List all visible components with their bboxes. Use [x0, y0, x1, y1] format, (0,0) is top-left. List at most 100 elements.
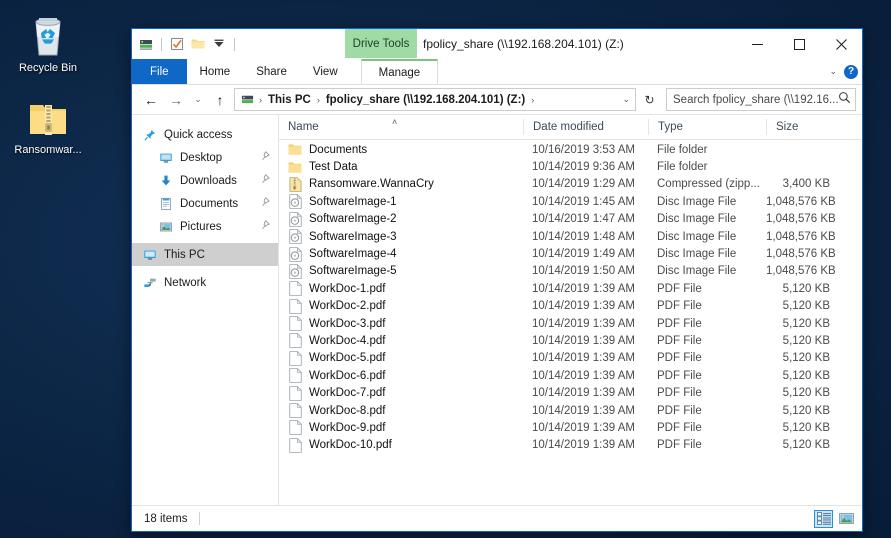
details-view-button[interactable]	[814, 510, 833, 528]
address-bar[interactable]: › This PC › fpolicy_share (\\192.168.204…	[234, 88, 636, 111]
table-row[interactable]: SoftwareImage-510/14/2019 1:50 AMDisc Im…	[279, 263, 862, 280]
table-row[interactable]: WorkDoc-1.pdf10/14/2019 1:39 AMPDF File5…	[279, 280, 862, 297]
sidebar-item-network[interactable]: Network	[132, 271, 278, 294]
explorer-body: Quick access Desktop	[132, 114, 862, 505]
file-type-cell: Disc Image File	[648, 265, 766, 277]
file-name-cell[interactable]: SoftwareImage-1	[279, 194, 523, 209]
table-row[interactable]: SoftwareImage-310/14/2019 1:48 AMDisc Im…	[279, 228, 862, 245]
pin-icon[interactable]	[260, 151, 270, 164]
file-size-cell: 5,120 KB	[766, 422, 836, 434]
breadcrumb-fpolicy-share[interactable]: fpolicy_share (\\192.168.204.101) (Z:)	[323, 94, 528, 106]
table-row[interactable]: WorkDoc-8.pdf10/14/2019 1:39 AMPDF File5…	[279, 402, 862, 419]
table-row[interactable]: WorkDoc-4.pdf10/14/2019 1:39 AMPDF File5…	[279, 332, 862, 349]
view-mode-buttons	[814, 510, 856, 528]
file-name-cell[interactable]: Test Data	[279, 160, 523, 175]
breadcrumb-separator-2[interactable]: ›	[316, 95, 321, 105]
file-size-cell: 5,120 KB	[766, 352, 836, 364]
table-row[interactable]: WorkDoc-2.pdf10/14/2019 1:39 AMPDF File5…	[279, 298, 862, 315]
file-name-cell[interactable]: WorkDoc-7.pdf	[279, 386, 523, 401]
column-header-date-modified[interactable]: Date modified	[523, 119, 648, 135]
up-button[interactable]: ↑	[209, 89, 231, 111]
table-row[interactable]: WorkDoc-10.pdf10/14/2019 1:39 AMPDF File…	[279, 437, 862, 454]
table-row[interactable]: WorkDoc-6.pdf10/14/2019 1:39 AMPDF File5…	[279, 367, 862, 384]
file-name-cell[interactable]: SoftwareImage-3	[279, 229, 523, 244]
tab-manage[interactable]: Manage	[361, 59, 439, 84]
table-row[interactable]: WorkDoc-9.pdf10/14/2019 1:39 AMPDF File5…	[279, 419, 862, 436]
network-drive-icon[interactable]	[138, 36, 154, 52]
table-row[interactable]: SoftwareImage-110/14/2019 1:45 AMDisc Im…	[279, 193, 862, 210]
maximize-button[interactable]	[778, 29, 820, 59]
breadcrumb-this-pc[interactable]: This PC	[265, 94, 314, 106]
file-name-cell[interactable]: WorkDoc-8.pdf	[279, 403, 523, 418]
breadcrumb-separator[interactable]: ›	[258, 95, 263, 105]
file-size-cell: 3,400 KB	[766, 178, 836, 190]
file-name-cell[interactable]: WorkDoc-10.pdf	[279, 438, 523, 453]
address-dropdown-button[interactable]: ⌄	[621, 94, 631, 105]
file-size-cell: 5,120 KB	[766, 318, 836, 330]
sidebar-item-quick-access[interactable]: Quick access	[132, 123, 278, 146]
file-name-cell[interactable]: WorkDoc-9.pdf	[279, 420, 523, 435]
tab-home[interactable]: Home	[187, 59, 244, 84]
table-row[interactable]: Ransomware.WannaCry10/14/2019 1:29 AMCom…	[279, 176, 862, 193]
file-name-label: Documents	[309, 144, 367, 156]
checkbox-icon[interactable]	[169, 36, 185, 52]
pin-icon[interactable]	[260, 197, 270, 210]
file-name-label: WorkDoc-5.pdf	[309, 352, 385, 364]
sidebar-item-this-pc[interactable]: This PC	[132, 243, 278, 266]
sidebar-item-desktop[interactable]: Desktop	[132, 146, 278, 169]
pdf-icon	[288, 299, 302, 314]
table-row[interactable]: WorkDoc-3.pdf10/14/2019 1:39 AMPDF File5…	[279, 315, 862, 332]
search-box[interactable]: Search fpolicy_share (\\192.16...	[666, 88, 856, 111]
file-name-cell[interactable]: SoftwareImage-5	[279, 264, 523, 279]
tab-file[interactable]: File	[132, 59, 187, 84]
table-row[interactable]: WorkDoc-7.pdf10/14/2019 1:39 AMPDF File5…	[279, 384, 862, 401]
tab-view[interactable]: View	[300, 59, 351, 84]
tab-share[interactable]: Share	[243, 59, 300, 84]
desktop-icon-recycle-bin[interactable]: Recycle Bin	[2, 6, 94, 75]
sidebar-item-pictures[interactable]: Pictures	[132, 215, 278, 238]
refresh-button[interactable]: ↻	[639, 89, 660, 110]
pin-icon[interactable]	[260, 174, 270, 187]
pdf-icon	[288, 403, 302, 418]
column-header-name[interactable]: Name ˄	[279, 119, 523, 135]
file-name-cell[interactable]: WorkDoc-1.pdf	[279, 281, 523, 296]
desktop-icon-ransomware[interactable]: Ransomwar...	[2, 88, 94, 157]
recent-locations-button[interactable]: ⌄	[190, 89, 206, 111]
title-bar[interactable]: Drive Tools fpolicy_share (\\192.168.204…	[132, 29, 862, 59]
sidebar-item-downloads[interactable]: Downloads	[132, 169, 278, 192]
table-row[interactable]: WorkDoc-5.pdf10/14/2019 1:39 AMPDF File5…	[279, 350, 862, 367]
file-name-cell[interactable]: WorkDoc-2.pdf	[279, 299, 523, 314]
file-name-cell[interactable]: SoftwareImage-4	[279, 247, 523, 262]
folder-icon[interactable]	[190, 36, 206, 52]
close-button[interactable]	[820, 29, 862, 59]
column-header-type[interactable]: Type	[648, 119, 766, 135]
contextual-tab-drive-tools[interactable]: Drive Tools	[345, 29, 417, 58]
help-button[interactable]: ?	[844, 65, 858, 79]
table-row[interactable]: SoftwareImage-210/14/2019 1:47 AMDisc Im…	[279, 211, 862, 228]
navigation-pane: Quick access Desktop	[132, 115, 279, 505]
disc-image-icon	[288, 264, 302, 279]
file-name-cell[interactable]: WorkDoc-3.pdf	[279, 316, 523, 331]
pin-icon[interactable]	[260, 220, 270, 233]
file-name-cell[interactable]: SoftwareImage-2	[279, 212, 523, 227]
file-date-cell: 10/14/2019 1:29 AM	[523, 178, 648, 190]
chevron-down-icon[interactable]	[211, 36, 227, 52]
table-row[interactable]: Test Data10/14/2019 9:36 AMFile folder	[279, 158, 862, 175]
expand-ribbon-button[interactable]: ⌄	[829, 66, 837, 77]
forward-button[interactable]: →	[165, 89, 187, 111]
back-button[interactable]: ←	[140, 89, 162, 111]
file-type-cell: File folder	[648, 161, 766, 173]
file-name-cell[interactable]: Ransomware.WannaCry	[279, 177, 523, 192]
large-icons-view-button[interactable]	[837, 510, 856, 528]
table-row[interactable]: SoftwareImage-410/14/2019 1:49 AMDisc Im…	[279, 245, 862, 262]
minimize-button[interactable]	[736, 29, 778, 59]
file-name-cell[interactable]: Documents	[279, 142, 523, 157]
file-name-cell[interactable]: WorkDoc-4.pdf	[279, 333, 523, 348]
sidebar-item-documents[interactable]: Documents	[132, 192, 278, 215]
table-row[interactable]: Documents10/16/2019 3:53 AMFile folder	[279, 141, 862, 158]
search-input[interactable]: Search fpolicy_share (\\192.16...	[673, 94, 838, 106]
file-name-cell[interactable]: WorkDoc-5.pdf	[279, 351, 523, 366]
breadcrumb-separator-3[interactable]: ›	[530, 95, 535, 105]
file-name-cell[interactable]: WorkDoc-6.pdf	[279, 368, 523, 383]
column-header-size[interactable]: Size	[766, 119, 836, 135]
